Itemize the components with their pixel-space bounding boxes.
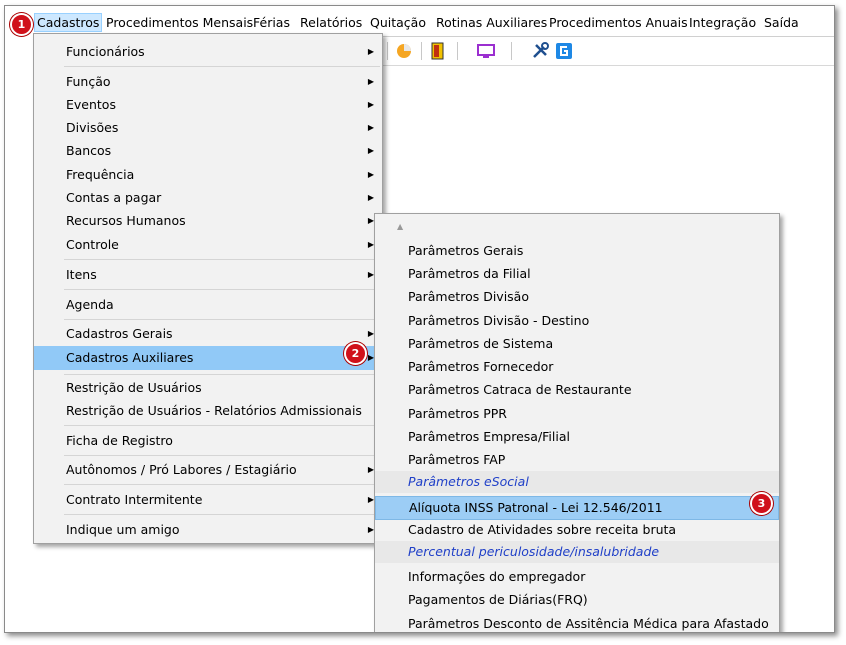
menu-procedimentos-mensais[interactable]: Procedimentos Mensais — [106, 15, 253, 30]
menu-item-frequencia[interactable]: Frequência ▶ — [34, 164, 382, 186]
monitor-icon[interactable] — [477, 42, 495, 60]
app-settings-icon[interactable] — [555, 42, 573, 60]
menu-item-label: Restrição de Usuários - Relatórios Admis… — [66, 403, 362, 418]
submenu-arrow-icon: ▶ — [367, 193, 374, 202]
menu-cadastros[interactable]: Cadastros — [33, 13, 103, 32]
menu-item-label: Função — [66, 74, 111, 89]
submenu-arrow-icon: ▶ — [367, 123, 374, 132]
cadastros-auxiliares-submenu: ▲ Parâmetros Gerais Parâmetros da Filial… — [374, 213, 780, 632]
menu-item-label: Restrição de Usuários — [66, 380, 202, 395]
submenu-item-parametros-sistema[interactable]: Parâmetros de Sistema — [375, 333, 779, 355]
menu-item-label: Autônomos / Pró Labores / Estagiário — [66, 462, 297, 477]
submenu-item-cadastro-atividades-receita[interactable]: Cadastro de Atividades sobre receita bru… — [375, 519, 779, 541]
menu-item-label: Divisões — [66, 120, 119, 135]
menu-item-eventos[interactable]: Eventos ▶ — [34, 94, 382, 116]
menu-separator — [64, 289, 380, 290]
pie-chart-icon[interactable] — [395, 42, 413, 60]
menu-integracao[interactable]: Integração — [689, 15, 756, 30]
menu-item-cadastros-auxiliares[interactable]: Cadastros Auxiliares ▶ — [34, 346, 382, 370]
menu-item-label: Contas a pagar — [66, 190, 162, 205]
menu-separator — [64, 425, 380, 426]
submenu-arrow-icon: ▶ — [367, 146, 374, 155]
menu-separator — [64, 484, 380, 485]
menu-separator — [64, 455, 380, 456]
tools-icon[interactable] — [531, 42, 549, 60]
submenu-item-parametros-fap[interactable]: Parâmetros FAP — [375, 449, 779, 471]
menu-item-restricao-usuarios[interactable]: Restrição de Usuários — [34, 377, 382, 399]
menu-item-label: Ficha de Registro — [66, 433, 173, 448]
menu-item-label: Cadastros Gerais — [66, 326, 173, 341]
menu-item-divisoes[interactable]: Divisões ▶ — [34, 117, 382, 139]
menu-item-funcionarios[interactable]: Funcionários ▶ — [34, 41, 382, 63]
callout-2: 2 — [344, 342, 367, 365]
submenu-item-parametros-divisao[interactable]: Parâmetros Divisão — [375, 286, 779, 308]
menu-item-agenda[interactable]: Agenda — [34, 294, 382, 316]
menu-item-indique-um-amigo[interactable]: Indique um amigo ▶ — [34, 519, 382, 541]
menu-item-label: Indique um amigo — [66, 522, 180, 537]
scroll-up-arrow-icon[interactable]: ▲ — [397, 222, 403, 231]
menu-item-label: Eventos — [66, 97, 116, 112]
menu-item-label: Cadastros Auxiliares — [66, 350, 194, 365]
menu-item-label: Itens — [66, 267, 97, 282]
toolbar-separator — [511, 42, 512, 60]
toolbar-separator — [457, 42, 458, 60]
submenu-item-parametros-fornecedor[interactable]: Parâmetros Fornecedor — [375, 356, 779, 378]
menu-separator — [64, 259, 380, 260]
menu-separator — [64, 514, 380, 515]
menu-item-recursos-humanos[interactable]: Recursos Humanos ▶ — [34, 210, 382, 232]
submenu-arrow-icon: ▶ — [367, 100, 374, 109]
app-window: Cadastros Procedimentos Mensais Férias R… — [4, 5, 835, 633]
menu-item-autonomos[interactable]: Autônomos / Pró Labores / Estagiário ▶ — [34, 459, 382, 481]
submenu-item-parametros-divisao-destino[interactable]: Parâmetros Divisão - Destino — [375, 310, 779, 332]
menu-item-contrato-intermitente[interactable]: Contrato Intermitente ▶ — [34, 489, 382, 511]
callout-1: 1 — [10, 13, 33, 36]
submenu-item-parametros-desconto-assistencia[interactable]: Parâmetros Desconto de Assitência Médica… — [375, 613, 779, 632]
menu-item-bancos[interactable]: Bancos ▶ — [34, 140, 382, 162]
menu-item-itens[interactable]: Itens ▶ — [34, 264, 382, 286]
menu-separator — [64, 66, 380, 67]
submenu-item-parametros-gerais[interactable]: Parâmetros Gerais — [375, 240, 779, 262]
submenu-group-parametros-esocial: Parâmetros eSocial — [375, 471, 779, 493]
cadastros-dropdown-menu: Funcionários ▶ Função ▶ Eventos ▶ Divisões ▶… — [33, 33, 383, 544]
menu-item-controle[interactable]: Controle ▶ — [34, 234, 382, 256]
submenu-arrow-icon: ▶ — [367, 47, 374, 56]
menu-item-cadastros-gerais[interactable]: Cadastros Gerais ▶ — [34, 323, 382, 345]
submenu-item-parametros-ppr[interactable]: Parâmetros PPR — [375, 403, 779, 425]
menu-item-ficha-de-registro[interactable]: Ficha de Registro — [34, 430, 382, 452]
menu-item-funcao[interactable]: Função ▶ — [34, 71, 382, 93]
menu-item-label: Contrato Intermitente — [66, 492, 203, 507]
menu-item-label: Agenda — [66, 297, 114, 312]
toolbar-separator — [387, 42, 388, 60]
menu-item-label: Funcionários — [66, 44, 145, 59]
menu-item-restricao-usuarios-relatorios[interactable]: Restrição de Usuários - Relatórios Admis… — [34, 400, 382, 422]
menu-separator — [64, 374, 380, 375]
menu-separator — [64, 319, 380, 320]
menu-item-contas-a-pagar[interactable]: Contas a pagar ▶ — [34, 187, 382, 209]
menu-item-label: Bancos — [66, 143, 112, 158]
toolbar-separator — [421, 42, 422, 60]
exit-door-icon[interactable] — [429, 42, 447, 60]
menu-relatorios[interactable]: Relatórios — [300, 15, 362, 30]
menu-saida[interactable]: Saída — [764, 15, 799, 30]
submenu-item-parametros-catraca[interactable]: Parâmetros Catraca de Restaurante — [375, 379, 779, 401]
menu-item-label: Recursos Humanos — [66, 213, 186, 228]
submenu-item-informacoes-empregador[interactable]: Informações do empregador — [375, 566, 779, 588]
submenu-item-pagamentos-diarias[interactable]: Pagamentos de Diárias(FRQ) — [375, 589, 779, 611]
menu-item-label: Controle — [66, 237, 119, 252]
menu-quitacao[interactable]: Quitação — [370, 15, 426, 30]
menu-ferias[interactable]: Férias — [253, 15, 290, 30]
menu-bar: Cadastros Procedimentos Mensais Férias R… — [5, 6, 834, 36]
menu-item-label: Frequência — [66, 167, 135, 182]
submenu-item-aliquota-inss-patronal[interactable]: Alíquota INSS Patronal - Lei 12.546/2011 — [375, 496, 779, 520]
submenu-item-parametros-empresa-filial[interactable]: Parâmetros Empresa/Filial — [375, 426, 779, 448]
submenu-group-percentual-periculosidade: Percentual periculosidade/insalubridade — [375, 541, 779, 563]
submenu-item-parametros-filial[interactable]: Parâmetros da Filial — [375, 263, 779, 285]
toolbar — [365, 36, 834, 66]
menu-procedimentos-anuais[interactable]: Procedimentos Anuais — [549, 15, 688, 30]
submenu-arrow-icon: ▶ — [367, 170, 374, 179]
callout-3: 3 — [750, 492, 773, 515]
submenu-arrow-icon: ▶ — [367, 77, 374, 86]
menu-rotinas-auxiliares[interactable]: Rotinas Auxiliares — [436, 15, 547, 30]
